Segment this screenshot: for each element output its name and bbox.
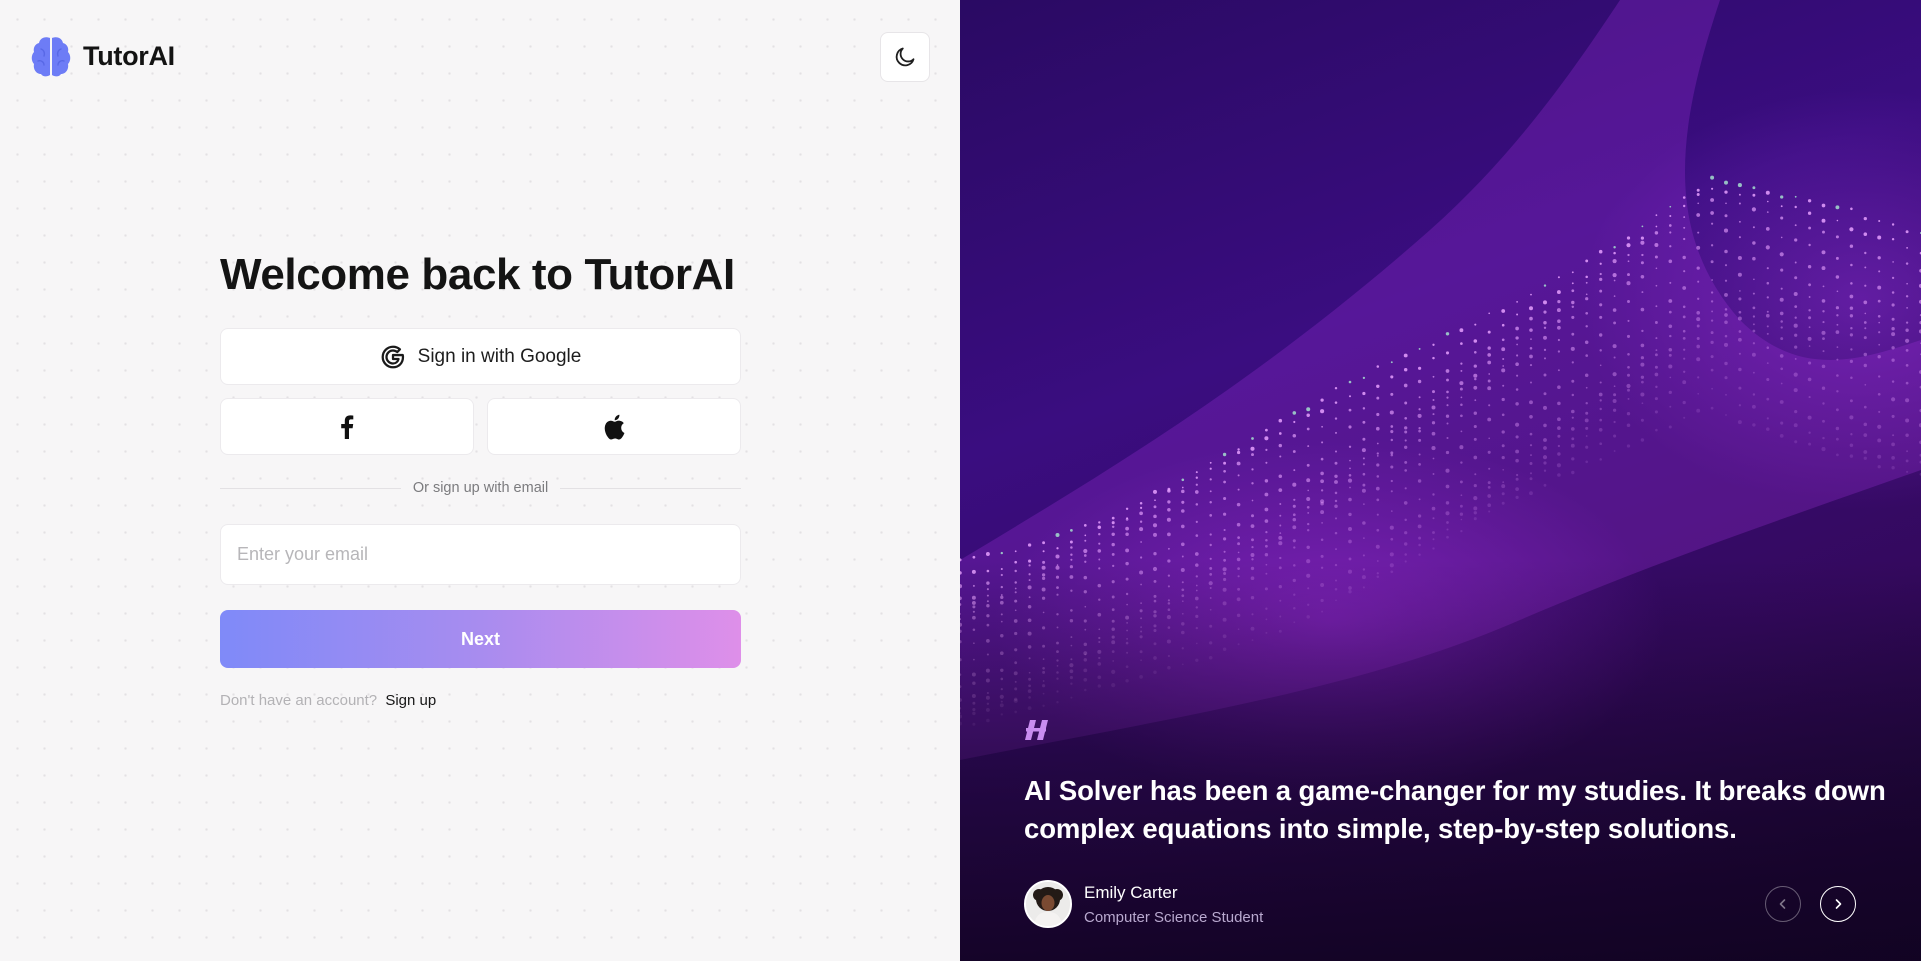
google-icon xyxy=(381,345,404,368)
divider-line-left xyxy=(220,487,401,489)
email-input[interactable] xyxy=(220,524,741,585)
author-info: Emily Carter Computer Science Student xyxy=(1084,883,1263,926)
divider-text: Or sign up with email xyxy=(412,480,549,496)
facebook-icon xyxy=(341,414,354,439)
no-account-text: Don't have an account? xyxy=(220,692,378,709)
apple-signin-button[interactable] xyxy=(487,398,741,455)
signup-prompt: Don't have an account? Sign up xyxy=(220,692,436,709)
facebook-signin-button[interactable] xyxy=(220,398,474,455)
chevron-right-icon xyxy=(1835,899,1842,909)
apple-icon xyxy=(604,414,625,440)
theme-toggle-button[interactable] xyxy=(880,32,930,82)
chevron-left-icon xyxy=(1779,899,1786,909)
moon-icon xyxy=(895,47,915,67)
next-button[interactable]: Next xyxy=(220,610,741,668)
author-name: Emily Carter xyxy=(1084,882,1178,902)
author-role: Computer Science Student xyxy=(1084,908,1264,926)
avatar xyxy=(1024,880,1072,928)
brand[interactable]: TutorAI xyxy=(31,34,175,78)
google-signin-label: Sign in with Google xyxy=(417,345,582,367)
login-form: Welcome back to TutorAI Sign in with Goo… xyxy=(220,248,742,709)
google-signin-button[interactable]: Sign in with Google xyxy=(220,328,741,385)
testimonial-quote: AI Solver has been a game-changer for my… xyxy=(1024,775,1886,844)
brand-name: TutorAI xyxy=(83,40,175,71)
social-buttons xyxy=(220,398,741,455)
testimonial-author: Emily Carter Computer Science Student xyxy=(1024,880,1263,928)
signup-link[interactable]: Sign up xyxy=(385,692,436,709)
divider-line-right xyxy=(560,487,742,489)
email-divider: Or sign up with email xyxy=(220,478,742,498)
previous-testimonial-button[interactable] xyxy=(1765,886,1801,922)
testimonial-panel: AI Solver has been a game-changer for my… xyxy=(960,0,1921,961)
next-testimonial-button[interactable] xyxy=(1820,886,1856,922)
login-panel: TutorAI Welcome back to TutorAI Sign in … xyxy=(0,0,960,961)
quote-icon xyxy=(1025,720,1048,740)
brain-icon xyxy=(31,37,71,77)
page-title: Welcome back to TutorAI xyxy=(220,250,735,299)
